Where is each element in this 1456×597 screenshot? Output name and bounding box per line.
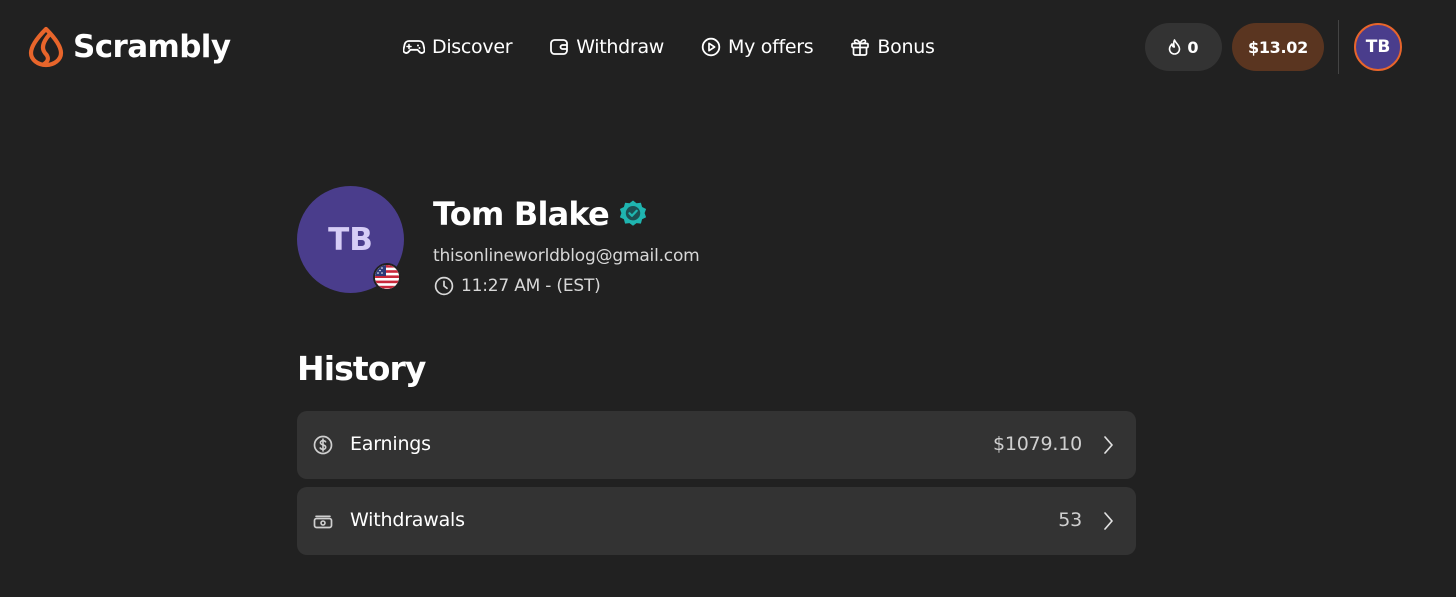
profile-local-time: 11:27 AM - (EST) — [461, 276, 601, 296]
nav-my-offers[interactable]: My offers — [701, 36, 814, 58]
verified-badge-icon — [619, 200, 647, 226]
profile-avatar-initials: TB — [328, 221, 373, 258]
balance-amount: $13.02 — [1248, 37, 1308, 57]
withdrawals-label: Withdrawals — [350, 509, 465, 531]
nav-bonus-label: Bonus — [877, 36, 935, 58]
header-divider — [1338, 20, 1339, 74]
logo-text: Scrambly — [73, 29, 231, 65]
chevron-right-icon — [1104, 512, 1113, 530]
cash-icon — [313, 515, 333, 529]
user-avatar-button[interactable]: TB — [1354, 23, 1402, 71]
earnings-label: Earnings — [350, 433, 431, 455]
history-heading: History — [297, 349, 426, 388]
nav-discover-label: Discover — [432, 36, 513, 58]
chevron-right-icon — [1104, 436, 1113, 454]
withdrawals-value: 53 — [1058, 509, 1082, 531]
nav-my-offers-label: My offers — [728, 36, 814, 58]
earnings-value: $1079.10 — [992, 433, 1082, 455]
nav-withdraw[interactable]: Withdraw — [549, 36, 664, 58]
nav-withdraw-label: Withdraw — [576, 36, 665, 58]
flame-icon — [1169, 39, 1181, 55]
profile-name-row: Tom Blake — [433, 194, 648, 234]
top-header: Scrambly Discover Withdraw My offers Bon… — [0, 0, 1456, 94]
scrambly-logo[interactable]: Scrambly — [28, 26, 231, 68]
scrambly-logo-icon — [28, 26, 64, 68]
country-flag-badge — [373, 263, 401, 291]
gamepad-icon — [403, 40, 425, 54]
avatar-initials: TB — [1365, 37, 1391, 57]
streak-button[interactable]: 0 — [1145, 23, 1222, 71]
balance-button[interactable]: $13.02 — [1232, 23, 1324, 71]
wallet-icon — [550, 39, 569, 55]
streak-count: 0 — [1187, 37, 1199, 57]
nav-discover[interactable]: Discover — [403, 36, 513, 58]
history-row-withdrawals[interactable]: Withdrawals 53 — [297, 487, 1136, 555]
gift-icon — [851, 39, 870, 56]
us-flag-icon — [375, 265, 399, 289]
profile-name: Tom Blake — [433, 195, 610, 233]
profile-time-row: 11:27 AM - (EST) — [434, 275, 601, 297]
dollar-circle-icon — [313, 435, 333, 455]
profile-email: thisonlineworldblog@gmail.com — [433, 246, 700, 266]
clock-icon — [434, 276, 454, 296]
history-row-earnings[interactable]: Earnings $1079.10 — [297, 411, 1136, 479]
main-nav: Discover Withdraw My offers Bonus — [403, 30, 935, 64]
play-circle-icon — [701, 37, 721, 57]
nav-bonus[interactable]: Bonus — [850, 36, 935, 58]
